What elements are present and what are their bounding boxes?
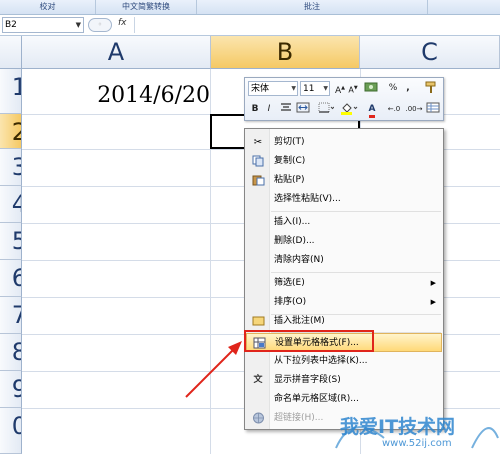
menu-item-pick-from-list[interactable]: 从下拉列表中选择(K)...: [246, 352, 442, 371]
column-header-c[interactable]: C: [360, 36, 500, 69]
watermark: 我爱IT技术网 www.52ij.com: [332, 408, 500, 454]
select-all-corner[interactable]: [0, 36, 22, 69]
name-box-value: B2: [5, 20, 17, 30]
column-header-b[interactable]: B: [211, 36, 360, 69]
font-name-select[interactable]: 宋体 ▼: [248, 81, 298, 96]
name-box[interactable]: B2 ▼: [2, 17, 84, 33]
font-size-select[interactable]: 11 ▼: [300, 81, 330, 96]
align-center-icon[interactable]: [279, 102, 293, 117]
menu-item-cut[interactable]: ✂ 剪切(T): [246, 133, 442, 152]
menu-item-insert-comment[interactable]: 插入批注(M): [246, 312, 442, 331]
formula-bar-expand-icon[interactable]: ◦: [88, 18, 112, 32]
row-header-5[interactable]: 5: [0, 223, 22, 260]
menu-item-copy[interactable]: 复制(C): [246, 152, 442, 171]
chevron-right-icon: ▶: [430, 298, 436, 306]
watermark-text: 我爱IT技术网: [340, 416, 456, 438]
row-header-10[interactable]: 0: [0, 408, 22, 454]
menu-item-clear-contents[interactable]: 清除内容(N): [246, 251, 442, 270]
comma-style-button[interactable]: ,: [403, 81, 413, 96]
accounting-format-icon[interactable]: [363, 81, 379, 96]
menu-item-show-phonetic[interactable]: 文 显示拼音字段(S): [246, 371, 442, 390]
row-header-3[interactable]: 3: [0, 149, 22, 186]
fx-icon[interactable]: fx: [118, 18, 127, 28]
ribbon-group-comments[interactable]: 批注: [197, 0, 428, 14]
font-color-icon[interactable]: A: [363, 102, 381, 118]
increase-decimal-icon[interactable]: ←.0: [385, 102, 403, 117]
merge-center-icon[interactable]: [295, 102, 311, 117]
increase-font-icon[interactable]: A▲: [334, 81, 346, 96]
scissors-icon: ✂: [253, 137, 263, 148]
italic-button[interactable]: I: [263, 102, 275, 117]
phonetic-icon: 文: [253, 375, 263, 385]
menu-item-paste[interactable]: 粘贴(P): [246, 171, 442, 190]
menu-item-filter[interactable]: 筛选(E) ▶: [246, 274, 442, 293]
chevron-down-icon: ▼: [323, 85, 328, 92]
row-header-2[interactable]: 2: [0, 114, 22, 149]
hyperlink-icon: [251, 412, 265, 425]
row-header-6[interactable]: 6: [0, 260, 22, 297]
formula-input[interactable]: [134, 17, 500, 33]
context-menu: ✂ 剪切(T) 复制(C) 粘贴(P) 选择性粘贴(V)... 插入(I)...…: [244, 128, 444, 430]
row-header-9[interactable]: 9: [0, 371, 22, 408]
menu-item-define-name[interactable]: 命名单元格区域(R)...: [246, 390, 442, 409]
bold-button[interactable]: B: [249, 102, 261, 117]
row-header-4[interactable]: 4: [0, 186, 22, 223]
column-header-a[interactable]: A: [22, 36, 211, 69]
chevron-right-icon: ▶: [430, 279, 436, 287]
ribbon-group-proofing[interactable]: 校对: [0, 0, 96, 14]
menu-item-paste-special[interactable]: 选择性粘贴(V)...: [246, 190, 442, 209]
fill-color-icon[interactable]: [339, 102, 359, 117]
mini-toolbar: 宋体 ▼ 11 ▼ A▲ A▼ % , B I A ←.0 .00→: [244, 77, 444, 121]
row-header-7[interactable]: 7: [0, 297, 22, 334]
comment-icon: [251, 315, 265, 328]
ribbon-bar: 校对 中文简繁转换 批注: [0, 0, 500, 15]
decrease-decimal-icon[interactable]: .00→: [405, 102, 423, 117]
chevron-down-icon: ▼: [291, 85, 296, 92]
decrease-font-icon[interactable]: A▼: [347, 81, 359, 96]
percent-style-button[interactable]: %: [387, 81, 399, 96]
chevron-down-icon[interactable]: ▼: [76, 18, 81, 32]
paste-icon: [251, 174, 265, 187]
ribbon-group-chinese-conversion[interactable]: 中文简繁转换: [96, 0, 197, 14]
menu-item-insert[interactable]: 插入(I)...: [246, 213, 442, 232]
annotation-arrow-icon: [185, 341, 242, 398]
cell-a1-date[interactable]: 2014/6/20: [60, 79, 210, 113]
watermark-url: www.52ij.com: [382, 438, 452, 449]
formula-bar: B2 ▼ ◦ fx: [0, 15, 500, 36]
format-painter-icon[interactable]: [423, 81, 439, 96]
table-format-icon[interactable]: [425, 102, 441, 117]
copy-icon: [251, 155, 265, 168]
row-header-1[interactable]: 1: [0, 69, 22, 114]
row-header-8[interactable]: 8: [0, 334, 22, 371]
annotation-highlight-box: [244, 330, 374, 352]
borders-icon[interactable]: [317, 102, 335, 117]
menu-item-sort[interactable]: 排序(O) ▶: [246, 293, 442, 312]
menu-item-delete[interactable]: 删除(D)...: [246, 232, 442, 251]
